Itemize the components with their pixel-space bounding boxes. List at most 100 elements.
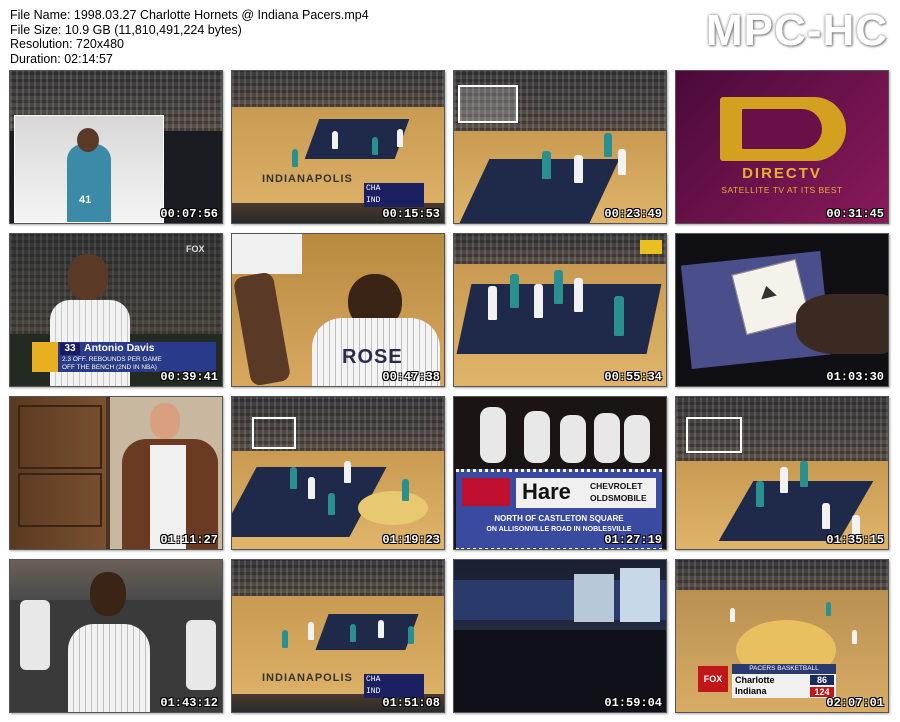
thumbnail[interactable]: 01:35:15 — [675, 396, 889, 550]
hand — [796, 294, 888, 354]
timestamp: 02:07:01 — [826, 696, 884, 710]
player-figure — [67, 144, 111, 222]
dealer-sign: Hare CHEVROLET OLDSMOBILE — [516, 478, 656, 508]
thumbnail[interactable]: 01:11:27 — [9, 396, 223, 550]
person-head — [150, 403, 180, 439]
player — [308, 622, 314, 640]
player — [554, 270, 563, 304]
dog-mascot — [624, 415, 650, 463]
player — [852, 630, 857, 644]
timestamp: 01:19:23 — [382, 533, 440, 547]
player — [372, 137, 378, 155]
score-header: PACERS BASKETBALL — [732, 664, 836, 674]
player — [756, 481, 764, 507]
timestamp: 00:15:53 — [382, 207, 440, 221]
card-logo-icon — [758, 283, 777, 300]
thumbnail[interactable]: 01:59:04 — [453, 559, 667, 713]
lower-third: 33 Antonio Davis 2.3 OFF. REBOUNDS PER G… — [32, 342, 216, 372]
team-1-name: Charlotte — [735, 675, 775, 685]
dealer-address-1: NORTH OF CASTLETON SQUARE — [494, 514, 624, 523]
thumbnail[interactable]: ROSE 00:47:38 — [231, 233, 445, 387]
backboard — [458, 85, 518, 123]
dog-mascot — [480, 407, 506, 463]
paint-area — [304, 119, 410, 159]
network-bug: FOX — [186, 244, 205, 254]
jersey-name: ROSE — [342, 346, 403, 368]
cabinet-door — [18, 405, 102, 469]
paint-area — [315, 614, 419, 650]
cabinet-door — [18, 473, 102, 527]
thumbnail-grid: 41 00:07:56 INDIANAPOLIS CHA IND 00:15:5… — [9, 70, 891, 714]
player — [542, 151, 551, 179]
jersey-number: 41 — [79, 194, 92, 206]
dealer-logo-icon — [462, 478, 510, 506]
timestamp: 00:23:49 — [604, 207, 662, 221]
player-head — [77, 128, 99, 152]
player-name: Antonio Davis — [84, 342, 155, 354]
team-top: CHA — [366, 675, 381, 684]
crowd-background — [232, 71, 444, 107]
player — [618, 149, 626, 175]
player — [730, 608, 735, 622]
court-banner: INDIANAPOLIS — [262, 672, 353, 684]
window — [620, 568, 660, 622]
thumbnail[interactable]: FOX 33 Antonio Davis 2.3 OFF. REBOUNDS P… — [9, 233, 223, 387]
timestamp: 01:51:08 — [382, 696, 440, 710]
thumbnail[interactable]: 00:23:49 — [453, 70, 667, 224]
team-top: CHA — [366, 184, 381, 193]
window — [574, 574, 614, 622]
player — [328, 493, 335, 515]
scoreboard: CHA IND — [364, 674, 424, 698]
scorebug: Charlotte 86 Indiana 124 — [732, 674, 836, 698]
team-2-name: Indiana — [735, 686, 767, 696]
player — [510, 274, 519, 308]
player — [332, 131, 338, 149]
thumbnail[interactable]: FOX PACERS BASKETBALL Charlotte 86 India… — [675, 559, 889, 713]
timestamp: 01:27:19 — [604, 533, 662, 547]
player — [397, 129, 403, 147]
dog-mascot — [594, 413, 620, 463]
player — [290, 467, 297, 489]
player — [282, 630, 288, 648]
player — [308, 477, 315, 499]
dealer-brand-2: OLDSMOBILE — [590, 493, 647, 503]
player — [402, 479, 409, 501]
crowd-background — [454, 234, 666, 264]
dog-mascot — [524, 411, 550, 463]
player — [350, 624, 356, 642]
crowd-background — [676, 560, 888, 590]
player-shorts — [232, 234, 302, 274]
thumbnail[interactable]: 01:03:30 — [675, 233, 889, 387]
player-head — [90, 572, 126, 616]
timestamp: 01:43:12 — [160, 696, 218, 710]
player — [614, 296, 624, 336]
center-circle — [358, 491, 428, 525]
player-leg — [232, 271, 292, 386]
timestamp: 00:55:34 — [604, 370, 662, 384]
thumbnail[interactable]: INDIANAPOLIS CHA IND 01:51:08 — [231, 559, 445, 713]
player-jersey — [68, 624, 150, 712]
thumbnail[interactable]: 00:55:34 — [453, 233, 667, 387]
timestamp: 00:39:41 — [160, 370, 218, 384]
thumbnail[interactable]: 01:43:12 — [9, 559, 223, 713]
thumbnail[interactable]: INDIANAPOLIS CHA IND 00:15:53 — [231, 70, 445, 224]
player — [574, 155, 583, 183]
player — [408, 626, 414, 644]
thumbnail[interactable]: Hare CHEVROLET OLDSMOBILE NORTH OF CASTL… — [453, 396, 667, 550]
thumbnail[interactable]: 01:19:23 — [231, 396, 445, 550]
team-bottom: IND — [366, 196, 381, 205]
banner-flag — [640, 240, 662, 254]
brand-logo: MPC-HC — [706, 6, 888, 55]
dealer-address-2: ON ALLISONVILLE ROAD IN NOBLESVILLE — [486, 526, 632, 533]
backboard — [686, 417, 742, 453]
thumbnail[interactable]: 41 00:07:56 — [9, 70, 223, 224]
player-head — [68, 254, 108, 300]
sneaker — [20, 600, 50, 670]
timestamp: 01:35:15 — [826, 533, 884, 547]
player — [822, 503, 830, 529]
thumbnail[interactable]: DIRECTV SATELLITE TV AT ITS BEST 00:31:4… — [675, 70, 889, 224]
sneaker — [186, 620, 216, 690]
court-banner: INDIANAPOLIS — [262, 173, 353, 185]
file-info: File Name: 1998.03.27 Charlotte Hornets … — [10, 8, 369, 66]
inset-photo: 41 — [14, 115, 164, 223]
